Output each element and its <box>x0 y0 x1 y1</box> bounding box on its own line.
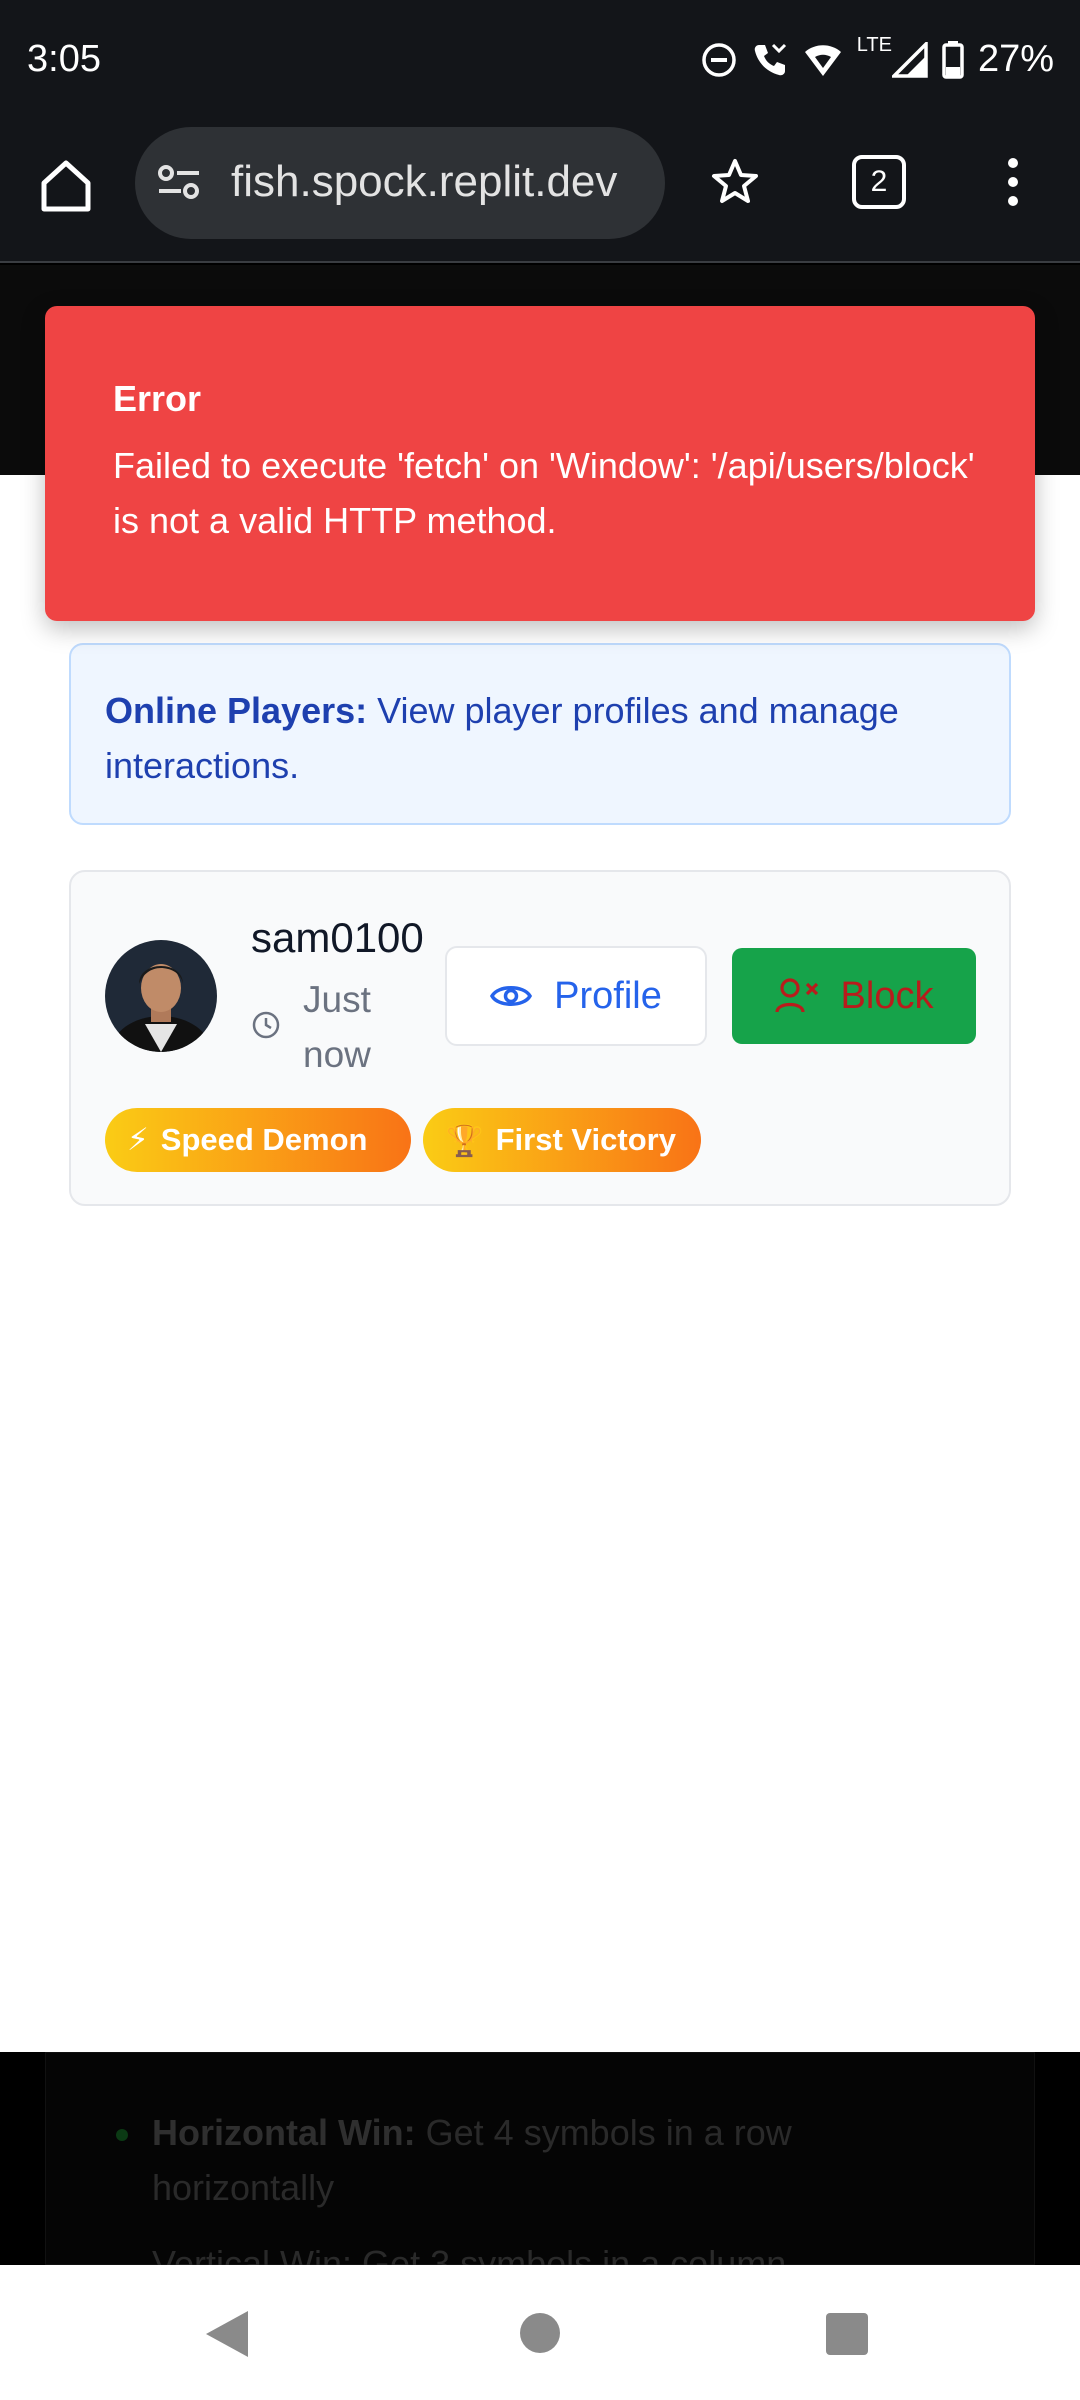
back-icon[interactable] <box>204 2309 250 2359</box>
status-time: 3:05 <box>27 38 101 80</box>
player-card: sam0100 Just now Profile Block ⚡ Speed D… <box>69 870 1011 1206</box>
badge-label: First Victory <box>495 1122 676 1157</box>
lightning-icon: ⚡ <box>127 1122 149 1157</box>
rule-vertical-win: Vertical Win: Get 3 symbols in a column <box>152 2243 787 2265</box>
block-button-label: Block <box>840 974 934 1017</box>
bookmark-star-icon[interactable] <box>710 157 760 207</box>
bullet-dot <box>116 2129 128 2141</box>
status-bar: 3:05 LTE 27% <box>0 0 1080 125</box>
badge-speed-demon: ⚡ Speed Demon <box>105 1108 411 1172</box>
navigation-bar <box>0 2265 1080 2400</box>
rule-title: Horizontal Win: <box>152 2112 416 2153</box>
recents-icon[interactable] <box>826 2313 868 2355</box>
profile-button[interactable]: Profile <box>445 946 707 1046</box>
tab-switcher-button[interactable]: 2 <box>852 155 906 209</box>
badge-first-victory: 🏆 First Victory <box>423 1108 701 1172</box>
battery-level: 27% <box>977 38 1054 80</box>
block-button[interactable]: Block <box>732 948 976 1044</box>
more-menu-icon[interactable] <box>1000 157 1026 207</box>
battery-icon <box>942 40 964 79</box>
clock-icon <box>252 1011 280 1039</box>
do-not-disturb-icon <box>701 42 736 77</box>
error-toast[interactable]: Error Failed to execute 'fetch' on 'Wind… <box>45 306 1035 621</box>
rules-section: Horizontal Win: Get 4 symbols in a row h… <box>0 2052 1080 2265</box>
home-icon[interactable] <box>36 155 96 215</box>
badge-label: Speed Demon <box>160 1122 368 1157</box>
browser-toolbar: fish.spock.replit.dev 2 <box>0 125 1080 263</box>
status-icons: LTE 27% <box>701 34 1054 81</box>
rule-horizontal-win: Horizontal Win: Get 4 symbols in a row h… <box>152 2105 972 2215</box>
wifi-calling-icon <box>754 43 786 75</box>
toast-message: Failed to execute 'fetch' on 'Window': '… <box>113 445 975 541</box>
url-text[interactable]: fish.spock.replit.dev <box>231 157 651 207</box>
network-type: LTE <box>856 34 892 56</box>
rules-panel: Horizontal Win: Get 4 symbols in a row h… <box>45 2052 1035 2265</box>
profile-button-label: Profile <box>554 974 662 1017</box>
home-nav-icon[interactable] <box>520 2313 560 2353</box>
toast-title: Error <box>113 378 202 419</box>
avatar <box>105 940 217 1052</box>
info-banner: Online Players: View player profiles and… <box>69 643 1011 825</box>
address-bar[interactable]: fish.spock.replit.dev <box>135 127 665 239</box>
wifi-icon <box>804 44 841 76</box>
last-seen-text: Just now <box>303 979 371 1075</box>
site-settings-icon[interactable] <box>157 163 201 203</box>
info-banner-label: Online Players: <box>105 690 368 731</box>
signal-icon <box>891 41 928 78</box>
user-x-icon <box>774 978 818 1013</box>
trophy-icon: 🏆 <box>445 1122 484 1158</box>
eye-icon <box>490 986 533 1006</box>
player-username: sam0100 <box>251 914 424 961</box>
